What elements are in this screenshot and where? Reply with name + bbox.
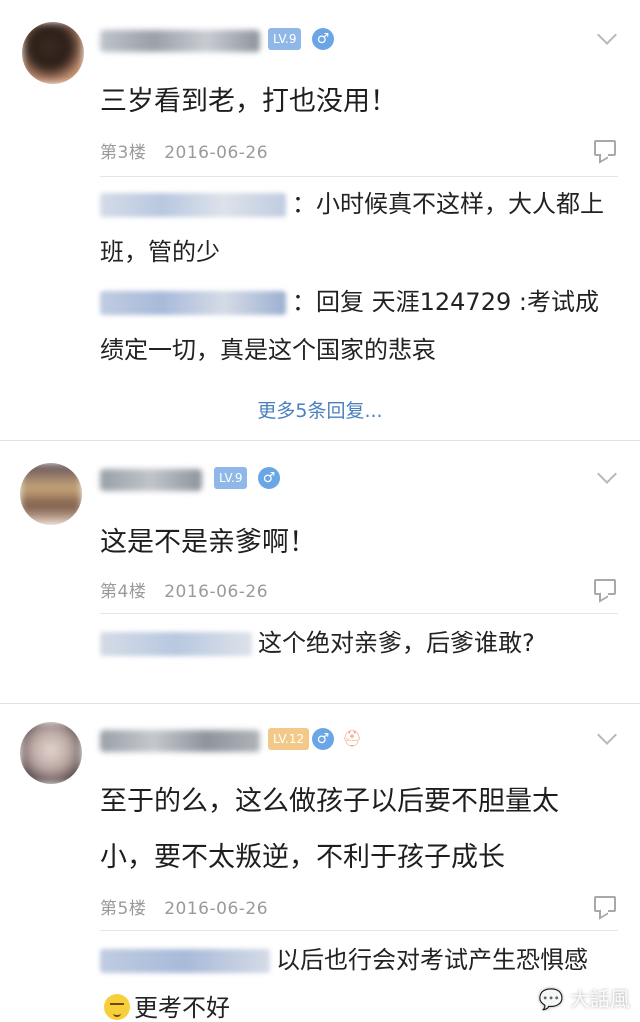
- reply-icon[interactable]: [594, 579, 616, 595]
- more-replies-link[interactable]: 更多5条回复...: [0, 396, 640, 423]
- comment-meta: 第4楼 2016-06-26: [100, 577, 280, 602]
- reply-username-blurred[interactable]: [100, 291, 286, 315]
- avatar[interactable]: [20, 722, 82, 784]
- comment-meta: 第3楼 2016-06-26: [100, 138, 280, 163]
- comment-text: 这是不是亲爹啊！: [100, 527, 316, 558]
- reply-item[interactable]: 以后也行会对考试产生恐惧感更考不好: [100, 936, 614, 1022]
- reply-username-blurred[interactable]: [100, 632, 252, 656]
- reply-text: 这个绝对亲爹，后爹谁敢?: [258, 629, 535, 657]
- username-blurred[interactable]: [100, 469, 202, 491]
- comment-floor-3: LV.9 ♂ 三岁看到老，打也没用！ 第3楼 2016-06-26 ：小时候真不…: [0, 0, 640, 440]
- male-icon: ♂: [312, 28, 334, 50]
- male-icon: ♂: [258, 467, 280, 489]
- chevron-down-icon[interactable]: [597, 725, 617, 745]
- divider: [100, 613, 618, 614]
- reply-text: 以后也行会对考试产生恐惧感: [276, 946, 588, 974]
- comment-text: 至于的么，这么做孩子以后要不胆量太小，要不太叛逆，不利于孩子成长: [100, 786, 559, 873]
- sweat-emoji-icon: [104, 994, 130, 1020]
- level-badge: LV.9: [214, 467, 248, 489]
- floor-number: 第3楼: [100, 143, 147, 163]
- watermark-logo: 💬 大話風: [538, 987, 630, 1011]
- comment-floor-4: LV.9 ♂ 这是不是亲爹啊！ 第4楼 2016-06-26 这个绝对亲爹，后爹…: [0, 441, 640, 703]
- avatar[interactable]: [20, 463, 82, 525]
- reply-icon[interactable]: [594, 896, 616, 912]
- male-icon: ♂: [312, 728, 334, 750]
- hat-icon: ⛑: [342, 729, 363, 748]
- level-badge: LV.12: [268, 728, 310, 750]
- username-blurred[interactable]: [100, 30, 260, 52]
- comment-meta: 第5楼 2016-06-26: [100, 894, 280, 919]
- chevron-down-icon[interactable]: [597, 464, 617, 484]
- comment-date: 2016-06-26: [164, 899, 269, 919]
- floor-number: 第4楼: [100, 582, 147, 602]
- reply-item[interactable]: 这个绝对亲爹，后爹谁敢?: [100, 619, 614, 667]
- reply-username-blurred[interactable]: [100, 193, 286, 217]
- floor-number: 第5楼: [100, 899, 147, 919]
- chevron-down-icon[interactable]: [597, 25, 617, 45]
- comment-date: 2016-06-26: [164, 143, 269, 163]
- username-blurred[interactable]: [100, 730, 260, 752]
- level-badge: LV.9: [268, 28, 302, 50]
- reply-icon[interactable]: [594, 140, 616, 156]
- divider: [100, 176, 618, 177]
- comment-text: 三岁看到老，打也没用！: [100, 86, 397, 117]
- reply-item[interactable]: ：小时候真不这样，大人都上班，管的少: [100, 180, 614, 276]
- divider: [100, 930, 618, 931]
- reply-item[interactable]: ：回复 天涯124729 :考试成绩定一切，真是这个国家的悲哀: [100, 278, 614, 374]
- avatar[interactable]: [22, 22, 84, 84]
- comment-date: 2016-06-26: [164, 582, 269, 602]
- reply-text-after: 更考不好: [134, 994, 230, 1022]
- reply-username-blurred[interactable]: [100, 949, 270, 973]
- comment-floor-5: LV.12 ♂ ⛑ 至于的么，这么做孩子以后要不胆量太小，要不太叛逆，不利于孩子…: [0, 704, 640, 1022]
